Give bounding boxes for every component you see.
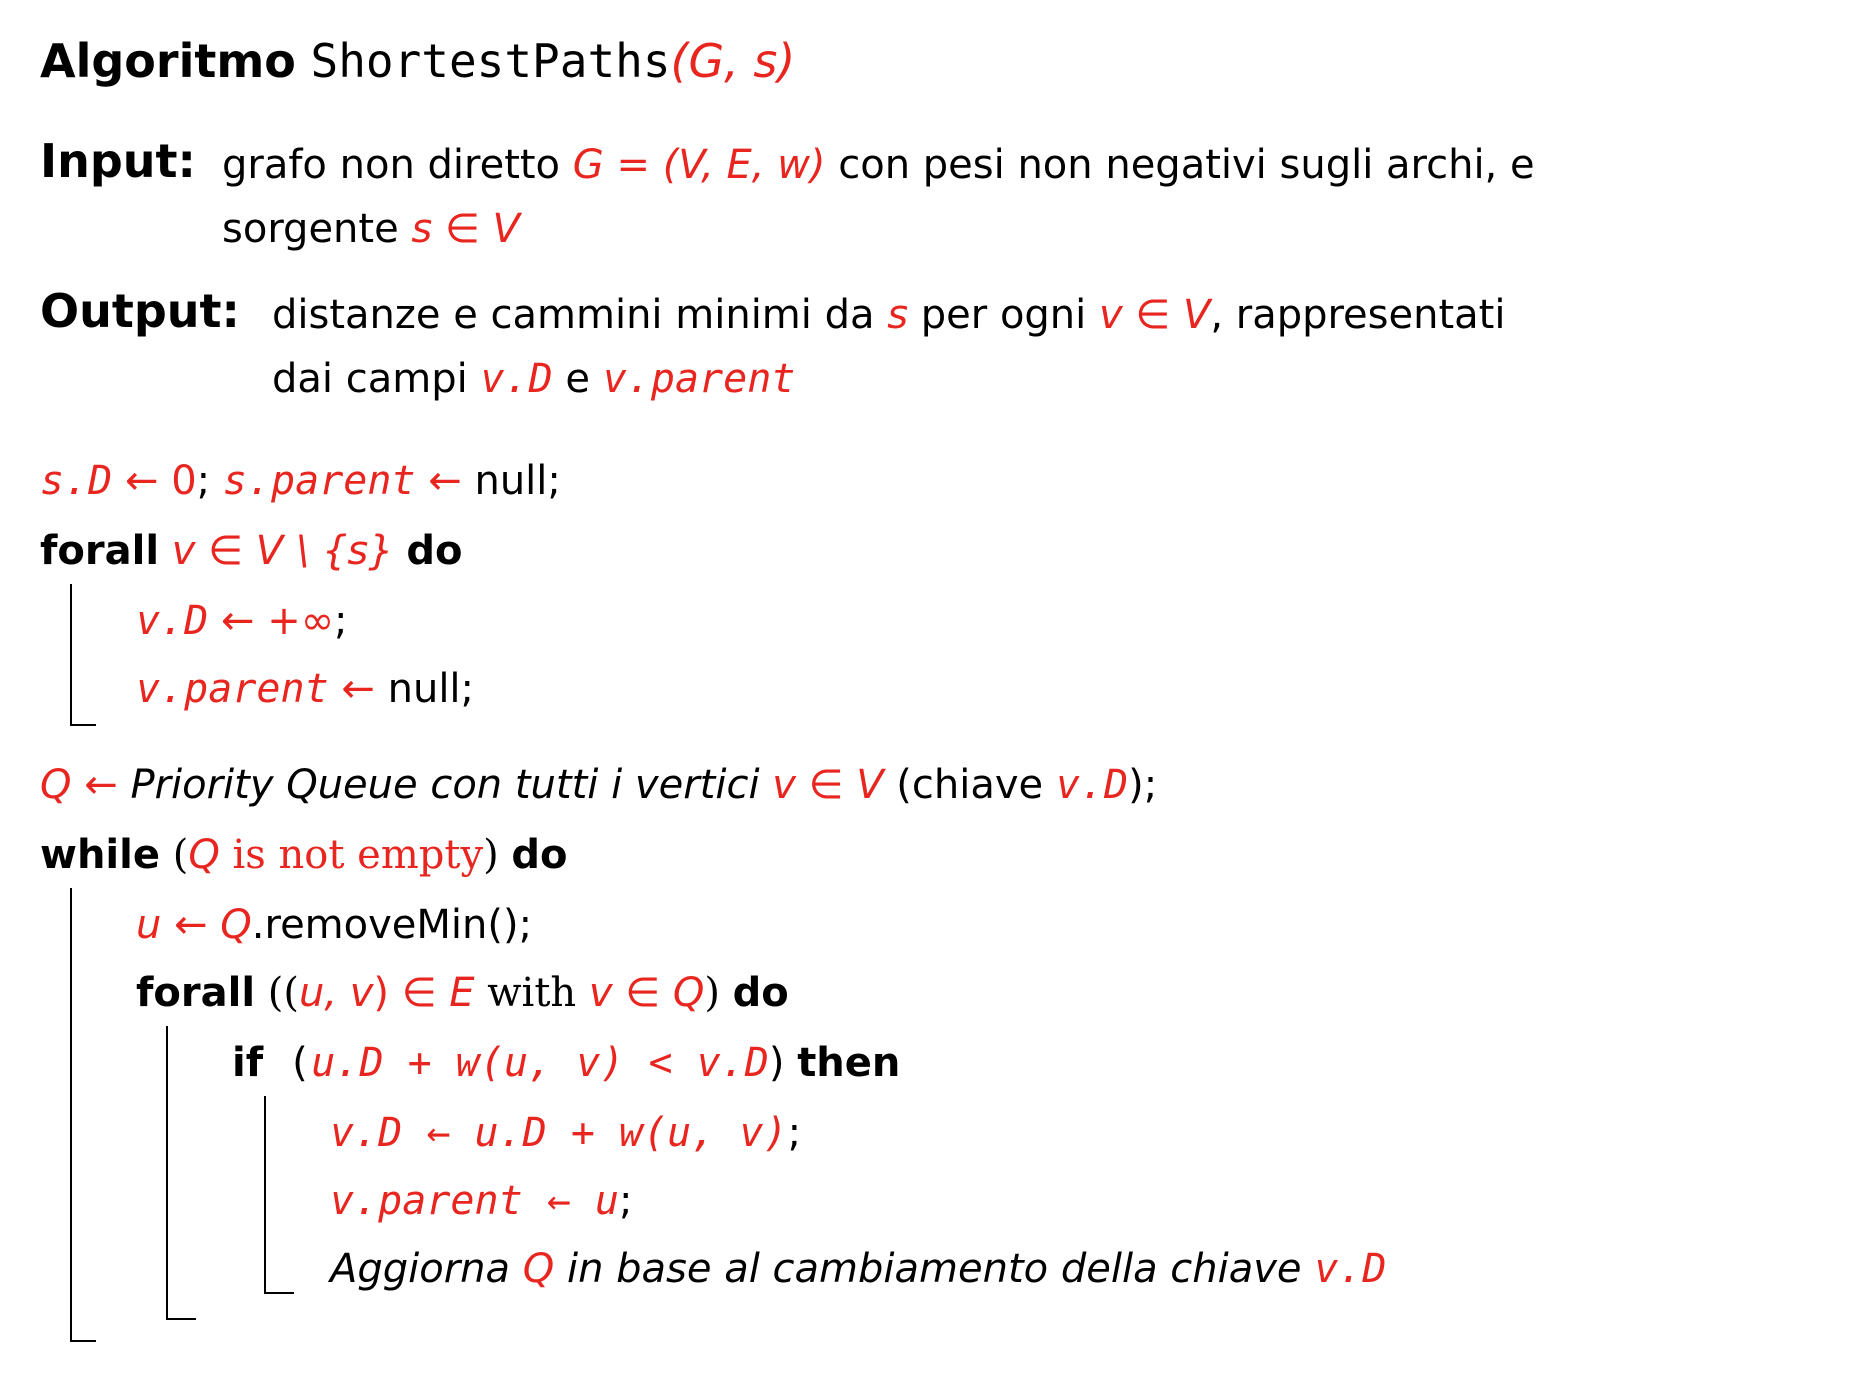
input-line-2: sorgente s ∈ V [222, 206, 520, 252]
code-line-priority-queue: Q ← Priority Queue con tutti i vertici v… [40, 762, 1158, 808]
block-bar-if [264, 1096, 266, 1294]
code-line-update-parent: v.parent ← u; [330, 1178, 633, 1224]
block-foot-forall-2 [166, 1318, 196, 1320]
algorithm-params: (G, s) [670, 34, 796, 88]
code-line-while: while (Q is not empty) do [40, 832, 568, 878]
output-line-2: dai campi v.D e v.parent [272, 356, 796, 402]
output-section: Output: [40, 286, 240, 336]
code-line-set-d-infinity: v.D ← +∞; [136, 598, 348, 644]
code-line-init: s.D ← 0; s.parent ← null; [40, 458, 561, 504]
input-line-1: grafo non diretto G = (V, E, w) con pesi… [222, 142, 1535, 188]
field-d: v.D [480, 356, 553, 402]
output-label: Output: [40, 284, 240, 338]
code-line-update-queue: Aggiorna Q in base al cambiamento della … [330, 1246, 1387, 1292]
block-bar-forall-1 [70, 584, 72, 726]
algorithm-name: ShortestPaths [310, 34, 671, 88]
input-label: Input: [40, 134, 196, 188]
algorithm-label: Algoritmo [40, 34, 296, 88]
algorithm-header: Algoritmo ShortestPaths(G, s) [40, 36, 795, 86]
input-section: Input: [40, 136, 196, 186]
output-line-1: distanze e cammini minimi da s per ogni … [272, 292, 1506, 338]
field-parent: v.parent [602, 356, 796, 402]
block-foot-while [70, 1340, 96, 1342]
algorithm-document: { "header": { "label": "Algoritmo", "nam… [0, 0, 1876, 1380]
block-bar-forall-2 [166, 1026, 168, 1320]
code-line-remove-min: u ← Q.removeMin(); [136, 902, 533, 948]
block-foot-if [264, 1292, 294, 1294]
graph-definition: G = (V, E, w) [572, 142, 826, 188]
block-bar-while [70, 888, 72, 1342]
source-definition: s ∈ V [411, 206, 520, 252]
code-line-if: if (u.D + w(u, v) < v.D) then [232, 1040, 901, 1086]
cropped-title-strip [0, 0, 1876, 8]
code-line-set-parent-null: v.parent ← null; [136, 666, 475, 712]
code-line-forall-edges: forall ((u, v) ∈ E with v ∈ Q) do [136, 970, 789, 1016]
code-line-forall-v: forall v ∈ V \ {s} do [40, 528, 463, 574]
block-foot-forall-1 [70, 724, 96, 726]
code-line-update-d: v.D ← u.D + w(u, v); [330, 1110, 802, 1156]
